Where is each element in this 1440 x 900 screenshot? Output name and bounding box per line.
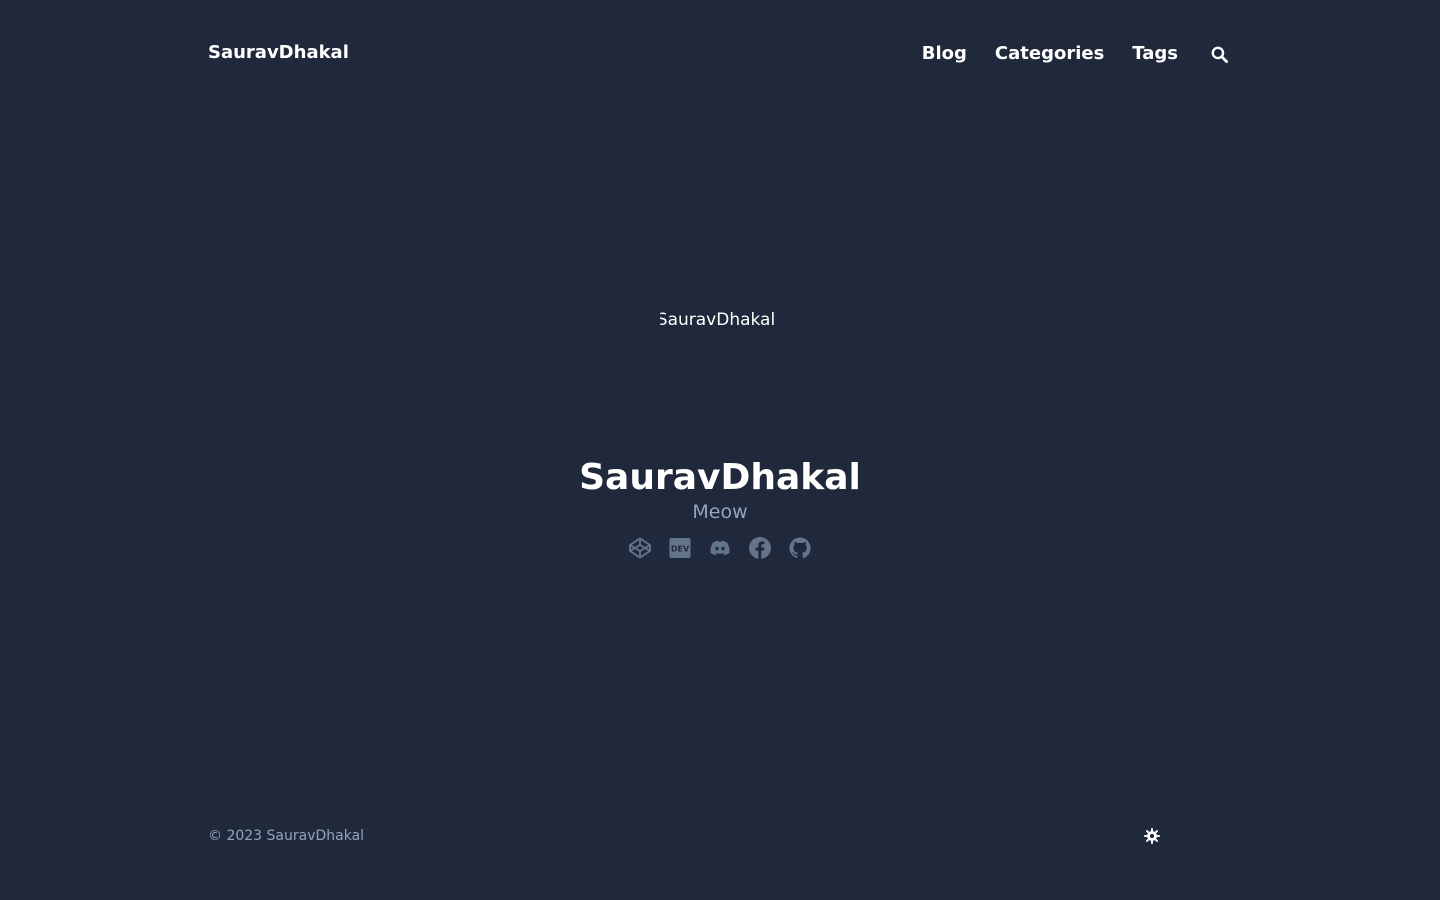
github-icon[interactable] [788, 536, 812, 560]
discord-icon[interactable] [708, 536, 732, 560]
nav-blog[interactable]: Blog [922, 42, 967, 66]
footer-copyright: © 2023 SauravDhakal [208, 828, 365, 844]
sun-icon[interactable] [1143, 827, 1161, 845]
page: SauravDhakal Blog Categories Tags Saurav… [0, 0, 1440, 900]
facebook-icon[interactable] [748, 536, 772, 560]
main-nav: Blog Categories Tags [922, 41, 1229, 67]
avatar: SauravDhakal [660, 260, 780, 380]
profile-subtitle: Meow [692, 501, 748, 523]
search-icon[interactable] [1209, 44, 1229, 64]
site-title-link[interactable]: SauravDhakal [208, 41, 349, 65]
svg-text:DEV: DEV [671, 545, 690, 554]
dev-icon[interactable]: DEV [668, 536, 692, 560]
nav-categories[interactable]: Categories [995, 42, 1104, 66]
nav-tags[interactable]: Tags [1132, 42, 1178, 66]
codepen-icon[interactable] [628, 536, 652, 560]
social-links: DEV [0, 536, 1440, 560]
profile-name: SauravDhakal [579, 457, 861, 498]
avatar-alt-text: SauravDhakal [660, 310, 776, 330]
